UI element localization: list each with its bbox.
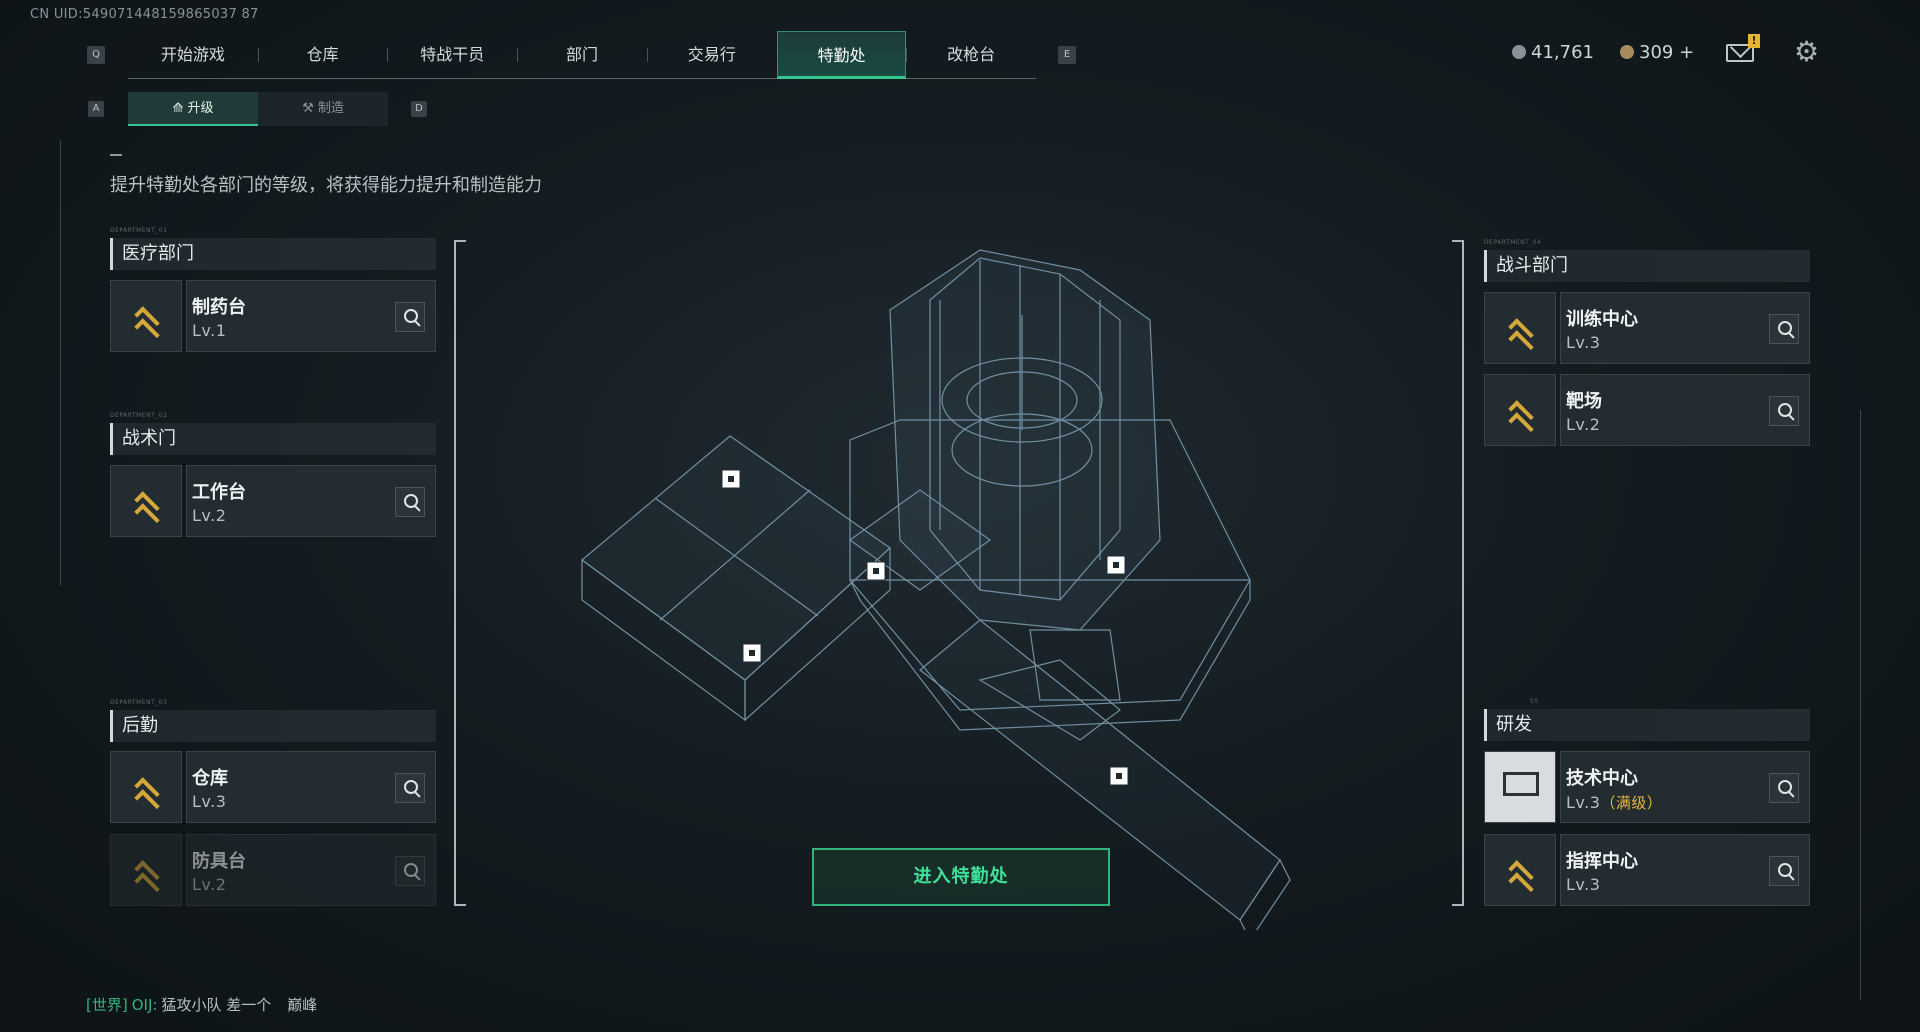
dept-title-combat: 战斗部门 — [1484, 250, 1810, 282]
gem-amount: 309 + — [1639, 42, 1695, 63]
top-nav: 开始游戏 仓库 特战干员 部门 交易行 特勤处 改枪台 — [128, 31, 1036, 79]
upgrade-icon: ⟰ — [172, 101, 188, 116]
craft-icon: ⚒ — [302, 101, 318, 116]
dept-tag-tactical: DEPARTMENT_02 — [110, 412, 168, 419]
facility-name: 制药台 — [192, 297, 246, 318]
facility-name: 技术中心 — [1566, 768, 1638, 789]
chat-tail: 巅峰 — [287, 996, 318, 1014]
upgrade-label: 升级 — [187, 101, 214, 116]
desc-divider — [110, 154, 122, 156]
coin-icon — [1512, 45, 1526, 59]
facility-name: 仓库 — [192, 768, 228, 789]
facility-card-training-center[interactable]: 训练中心 Lv.3 — [1484, 292, 1810, 364]
search-icon[interactable] — [1769, 773, 1799, 803]
command-center-icon — [1484, 834, 1556, 906]
search-icon[interactable] — [395, 856, 425, 886]
facility-card-tech-center[interactable]: 技术中心 Lv.3（满级） — [1484, 751, 1810, 823]
gem-balance[interactable]: 309 + — [1620, 42, 1694, 63]
armor-bench-icon — [110, 834, 182, 906]
tab-department[interactable]: 部门 — [517, 31, 647, 79]
facility-card-pharmacy[interactable]: 制药台 Lv.1 — [110, 280, 436, 352]
search-icon[interactable] — [1769, 396, 1799, 426]
dept-tag-combat: DEPARTMENT_04 — [1484, 239, 1542, 246]
chat-channel: [世界] — [86, 996, 128, 1014]
max-level-tag: （满级） — [1600, 794, 1663, 812]
facility-name: 指挥中心 — [1566, 851, 1638, 872]
page-description: 提升特勤处各部门的等级，将获得能力提升和制造能力 — [110, 175, 542, 196]
search-icon[interactable] — [395, 773, 425, 803]
mail-badge: ! — [1748, 34, 1760, 48]
facility-level: Lv.3 — [1566, 333, 1601, 352]
facility-card-armor-bench[interactable]: 防具台 Lv.2 — [110, 834, 436, 906]
search-icon[interactable] — [1769, 314, 1799, 344]
level-value: Lv.3 — [1566, 793, 1601, 812]
shooting-range-icon — [1484, 374, 1556, 446]
dept-tag-logistics: DEPARTMENT_03 — [110, 699, 168, 706]
dept-title-medical: 医疗部门 — [110, 238, 436, 270]
tab-gunsmith[interactable]: 改枪台 — [906, 31, 1036, 79]
pharmacy-icon — [110, 280, 182, 352]
gear-icon[interactable]: ⚙ — [1794, 38, 1819, 66]
workbench-icon — [110, 465, 182, 537]
facility-level: Lv.3 — [192, 792, 227, 811]
search-icon[interactable] — [395, 302, 425, 332]
tab-craft[interactable]: ⚒ 制造 — [258, 92, 388, 126]
storage-icon — [110, 751, 182, 823]
left-frame-line — [60, 140, 61, 586]
facility-card-workbench[interactable]: 工作台 Lv.2 — [110, 465, 436, 537]
tab-start-game[interactable]: 开始游戏 — [128, 31, 258, 79]
player-uid: CN UID:549071448159865037 87 — [30, 7, 259, 22]
facility-level: Lv.2 — [1566, 415, 1601, 434]
chat-message: 猛攻小队 差一个 — [161, 996, 272, 1014]
facility-name: 工作台 — [192, 482, 246, 503]
world-chat[interactable]: [世界] OIJ: 猛攻小队 差一个 巅峰 — [86, 994, 317, 1015]
nav-left-key[interactable]: Q — [87, 46, 105, 64]
dept-title-tactical: 战术门 — [110, 423, 436, 455]
tab-upgrade[interactable]: ⟰ 升级 — [128, 92, 258, 126]
search-icon[interactable] — [1769, 856, 1799, 886]
dept-tag-research: 05 — [1530, 698, 1539, 705]
facility-name: 防具台 — [192, 851, 246, 872]
sub-tabs: ⟰ 升级 ⚒ 制造 — [128, 92, 388, 126]
coin-amount: 41,761 — [1531, 42, 1594, 63]
dept-title-research: 研发 — [1484, 709, 1810, 741]
tech-center-icon — [1484, 751, 1556, 823]
facility-card-shooting-range[interactable]: 靶场 Lv.2 — [1484, 374, 1810, 446]
training-center-icon — [1484, 292, 1556, 364]
facility-blueprint[interactable] — [560, 240, 1320, 930]
dept-tag-medical: DEPARTMENT_01 — [110, 227, 168, 234]
tab-special-ops[interactable]: 特勤处 — [776, 31, 907, 79]
facility-card-storage[interactable]: 仓库 Lv.3 — [110, 751, 436, 823]
facility-name: 靶场 — [1566, 391, 1602, 412]
left-bracket — [454, 240, 466, 906]
subnav-left-key[interactable]: A — [88, 101, 104, 117]
tab-trade[interactable]: 交易行 — [646, 31, 777, 79]
chat-sender: OIJ: — [131, 996, 158, 1014]
facility-level: Lv.3（满级） — [1566, 792, 1662, 813]
facility-name: 训练中心 — [1566, 309, 1638, 330]
tab-operators[interactable]: 特战干员 — [387, 31, 517, 79]
right-bracket — [1452, 240, 1464, 906]
dept-title-logistics: 后勤 — [110, 710, 436, 742]
nav-right-key[interactable]: E — [1058, 46, 1076, 64]
facility-level: Lv.2 — [192, 506, 227, 525]
facility-card-command-center[interactable]: 指挥中心 Lv.3 — [1484, 834, 1810, 906]
facility-level: Lv.2 — [192, 875, 227, 894]
tab-warehouse[interactable]: 仓库 — [257, 31, 388, 79]
craft-label: 制造 — [317, 101, 344, 116]
monitor-icon — [1503, 772, 1539, 796]
facility-level: Lv.1 — [192, 321, 227, 340]
subnav-right-key[interactable]: D — [411, 101, 427, 117]
facility-level: Lv.3 — [1566, 875, 1601, 894]
gem-icon — [1620, 45, 1634, 59]
search-icon[interactable] — [395, 487, 425, 517]
enter-special-ops-button[interactable]: 进入特勤处 — [812, 848, 1110, 906]
coin-balance: 41,761 — [1512, 42, 1594, 63]
right-frame-line — [1860, 410, 1861, 1000]
